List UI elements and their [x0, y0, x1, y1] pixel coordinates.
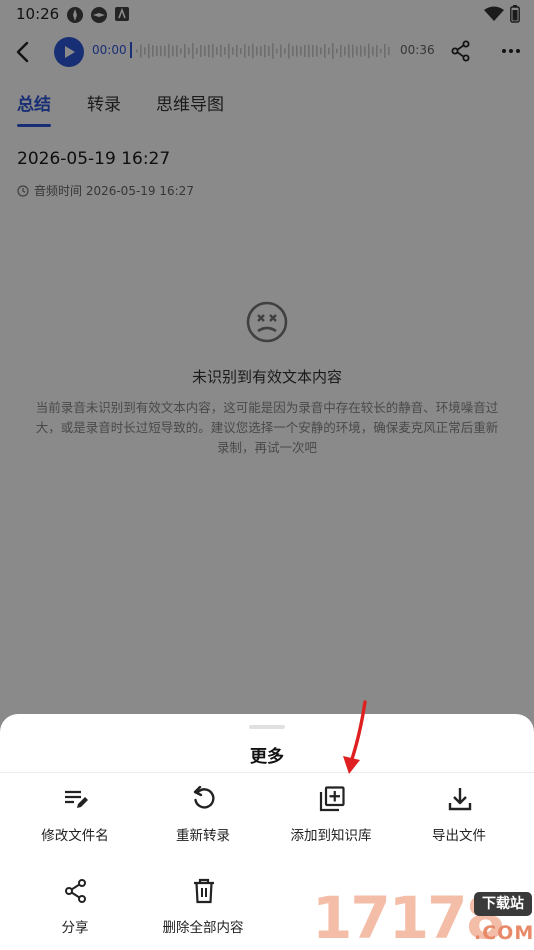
share-icon — [65, 879, 86, 903]
share-label: 分享 — [61, 920, 89, 936]
rename-file-label: 修改文件名 — [41, 828, 109, 844]
export-file-label: 导出文件 — [432, 828, 486, 844]
trash-icon — [194, 878, 214, 904]
annotation-arrow-icon — [343, 700, 367, 774]
site-watermark: 17178 下载站 .COM — [308, 884, 534, 950]
add-to-knowledge-base-label: 添加到知识库 — [290, 828, 372, 844]
sheet-drag-handle[interactable] — [249, 725, 285, 729]
sheet-title: 更多 — [250, 747, 284, 767]
rename-file-button[interactable]: 修改文件名 — [8, 786, 142, 856]
redo-icon — [193, 786, 215, 809]
export-file-button[interactable]: 导出文件 — [392, 786, 526, 856]
sheet-divider — [0, 772, 534, 773]
retranscribe-label: 重新转录 — [176, 828, 230, 844]
edit-list-icon — [65, 790, 88, 808]
add-to-knowledge-base-button[interactable]: 添加到知识库 — [264, 786, 398, 856]
add-library-icon — [319, 786, 345, 812]
watermark-badge: 下载站 — [474, 892, 532, 916]
share-button[interactable]: 分享 — [8, 878, 142, 948]
delete-all-content-button[interactable]: 删除全部内容 — [136, 878, 270, 948]
retranscribe-button[interactable]: 重新转录 — [136, 786, 270, 856]
download-icon — [448, 788, 472, 811]
watermark-domain: .COM — [474, 922, 534, 944]
delete-all-content-label: 删除全部内容 — [162, 920, 244, 936]
